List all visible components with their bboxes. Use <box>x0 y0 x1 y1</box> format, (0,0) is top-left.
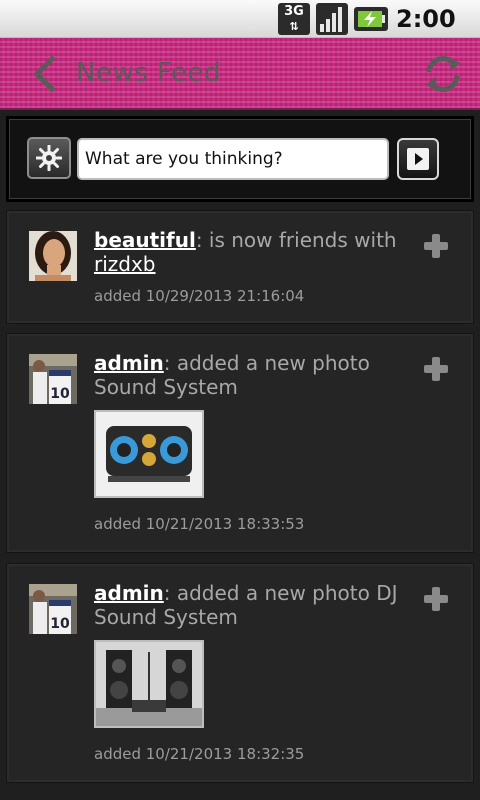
feed-item: 10 admin: added a new photo Sound System… <box>6 333 474 553</box>
status-composer <box>6 116 474 202</box>
play-arrow-icon <box>407 148 429 170</box>
feed-item-text: admin: added a new photo Sound System <box>94 351 404 399</box>
status-input[interactable] <box>77 138 389 180</box>
network-3g-icon: 3G ⇅ <box>278 3 310 35</box>
back-arrow-icon[interactable] <box>30 56 60 92</box>
user-link[interactable]: admin <box>94 351 164 375</box>
app-header: News Feed <box>0 38 480 110</box>
network-type-label: 3G <box>284 4 304 19</box>
battery-charging-icon <box>354 7 388 31</box>
timestamp: added 10/29/2013 21:16:04 <box>94 287 305 305</box>
feed-item: beautiful: is now friends with rizdxb ad… <box>6 210 474 324</box>
page-title: News Feed <box>76 58 222 88</box>
status-bar: 3G ⇅ 2:00 PM <box>0 0 480 59</box>
plus-icon[interactable] <box>423 586 449 612</box>
feed-item: 10 admin: added a new photo DJ Sound Sys… <box>6 563 474 783</box>
feed-item-text: admin: added a new photo DJ Sound System <box>94 581 404 629</box>
post-button[interactable] <box>397 138 439 180</box>
photo-thumbnail[interactable] <box>94 640 204 728</box>
avatar[interactable]: 10 <box>29 354 77 404</box>
clock-time: 2:00 <box>396 5 456 33</box>
plus-icon[interactable] <box>423 233 449 259</box>
timestamp: added 10/21/2013 18:32:35 <box>94 745 305 763</box>
plus-icon[interactable] <box>423 356 449 382</box>
photo-thumbnail[interactable] <box>94 410 204 498</box>
gear-icon <box>36 145 62 171</box>
refresh-icon[interactable] <box>422 54 464 94</box>
avatar[interactable] <box>29 231 77 281</box>
avatar[interactable]: 10 <box>29 584 77 634</box>
user-link[interactable]: admin <box>94 581 164 605</box>
friend-link[interactable]: rizdxb <box>94 252 156 276</box>
user-link[interactable]: beautiful <box>94 228 196 252</box>
svg-text:10: 10 <box>50 386 70 402</box>
feed-action: : is now friends with <box>195 228 397 252</box>
timestamp: added 10/21/2013 18:33:53 <box>94 515 305 533</box>
settings-button[interactable] <box>27 137 71 179</box>
signal-strength-icon <box>316 3 348 35</box>
svg-text:10: 10 <box>50 616 70 632</box>
feed-item-text: beautiful: is now friends with rizdxb <box>94 228 404 276</box>
